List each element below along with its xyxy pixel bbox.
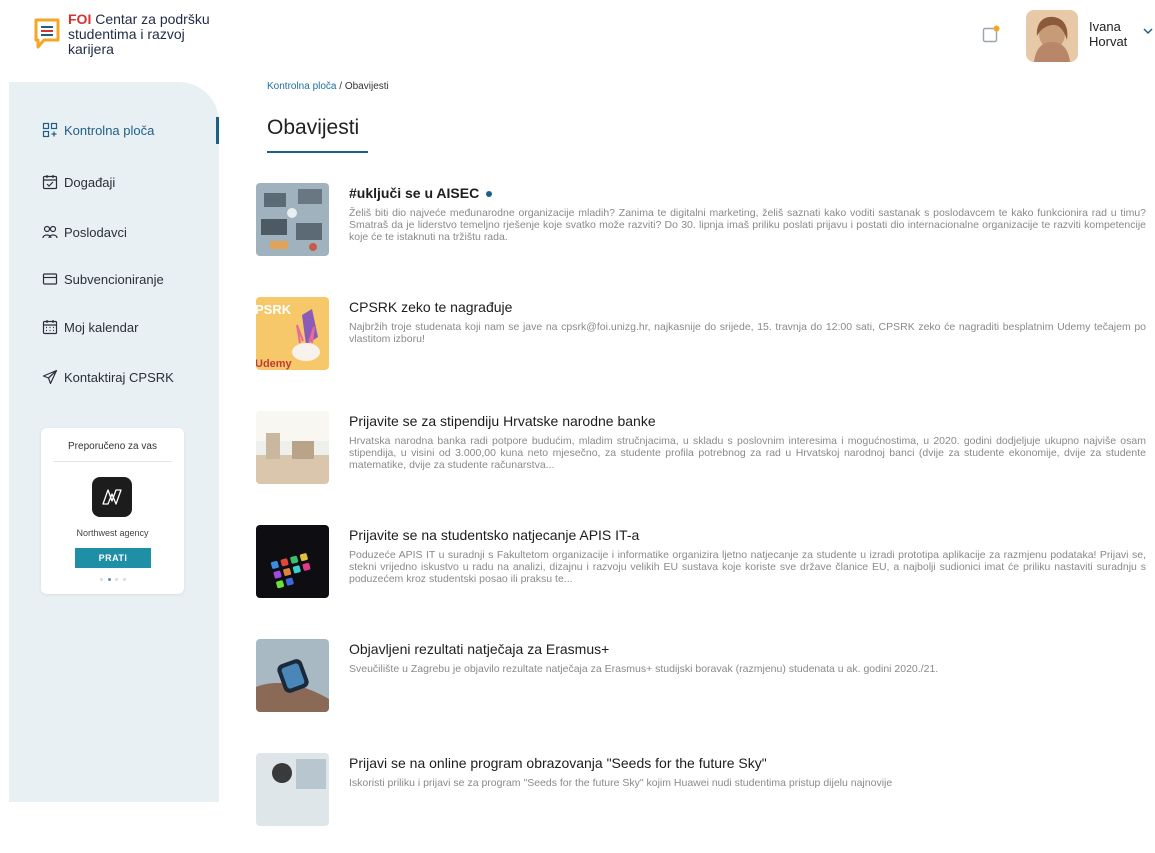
chat-logo-icon: [34, 18, 60, 50]
calendar-check-icon: [42, 174, 58, 190]
app-logo[interactable]: FOI Centar za podršku studentima i razvo…: [34, 10, 234, 57]
recommended-title: Preporučeno za vas: [68, 441, 157, 452]
news-title[interactable]: Objavljeni rezultati natječaja za Erasmu…: [349, 641, 609, 657]
sidebar-item-label: Subvencioniranje: [64, 271, 164, 287]
thumb-text: Udemy: [256, 358, 293, 370]
sidebar-item-label: Poslodavci: [64, 224, 127, 240]
recommended-card: Preporučeno za vas Northwest agency PRAT…: [41, 428, 184, 594]
sidebar-item-label: Moj kalendar: [64, 319, 139, 335]
send-icon: [42, 369, 58, 385]
sidebar-item-label: Kontrolna ploča: [64, 122, 155, 138]
news-excerpt: Najbržih troje studenata koji nam se jav…: [349, 321, 1146, 345]
chevron-down-icon[interactable]: [1141, 24, 1155, 38]
sidebar-item-label: Kontaktiraj CPSRK: [64, 369, 174, 385]
logo-line-2: studentima i razvoj karijera: [68, 25, 185, 57]
news-excerpt: Poduzeće APIS IT u suradnji s Fakultetom…: [349, 549, 1146, 585]
thumb-text: PSRK: [256, 302, 292, 317]
dashboard-icon: [42, 122, 58, 138]
news-excerpt: Iskoristi priliku i prijavi se za progra…: [349, 777, 893, 789]
news-item[interactable]: Prijavite se za stipendiju Hrvatske naro…: [256, 411, 1146, 511]
company-name[interactable]: Northwest agency: [41, 528, 184, 538]
news-excerpt: Želiš biti dio najveće međunarodne organ…: [349, 207, 1146, 243]
logo-brand: FOI: [68, 10, 92, 27]
news-title[interactable]: Prijavite se za stipendiju Hrvatske naro…: [349, 413, 656, 429]
news-item[interactable]: #uključi se u AISEC Želiš biti dio najve…: [256, 183, 1146, 283]
breadcrumb: Kontrolna ploča / Obavijesti: [267, 81, 389, 92]
title-underline: [267, 151, 368, 153]
news-item[interactable]: Prijavite se na studentsko natjecanje AP…: [256, 525, 1146, 625]
breadcrumb-link[interactable]: Kontrolna ploča: [267, 81, 337, 92]
card-icon: [42, 271, 58, 287]
news-item[interactable]: Objavljeni rezultati natječaja za Erasmu…: [256, 639, 1146, 739]
logo-line-1: Centar za podršku: [91, 10, 210, 27]
carousel-dot[interactable]: [122, 578, 126, 581]
news-item[interactable]: PSRK Udemy CPSRK zeko te nagrađuje Najbr…: [256, 297, 1146, 397]
page-title: Obavijesti: [267, 116, 360, 139]
news-thumbnail: [256, 639, 329, 712]
user-name[interactable]: Ivana Horvat: [1089, 19, 1127, 49]
sidebar: Kontrolna ploča Događaji Poslodavci Subv…: [9, 82, 219, 802]
company-logo[interactable]: [92, 477, 132, 517]
news-thumbnail: [256, 183, 329, 256]
carousel-dot[interactable]: [115, 578, 119, 581]
avatar[interactable]: [1026, 10, 1078, 62]
sidebar-item-label: Događaji: [64, 174, 116, 190]
news-title[interactable]: CPSRK zeko te nagrađuje: [349, 299, 512, 315]
breadcrumb-current: Obavijesti: [344, 81, 389, 92]
news-title[interactable]: Prijavite se na studentsko natjecanje AP…: [349, 527, 639, 543]
unread-indicator: [486, 191, 493, 198]
news-excerpt: Sveučilište u Zagrebu je objavilo rezult…: [349, 663, 939, 675]
news-title-text: #uključi se u AISEC: [349, 185, 480, 201]
logo-text: FOI Centar za podršku studentima i razvo…: [68, 10, 234, 57]
carousel-dot[interactable]: [100, 578, 103, 581]
news-title[interactable]: #uključi se u AISEC: [349, 185, 493, 201]
news-thumbnail: PSRK Udemy: [256, 297, 329, 370]
people-icon: [42, 224, 58, 240]
user-first-name: Ivana: [1089, 19, 1121, 34]
news-thumbnail: [256, 411, 329, 484]
sidebar-item-events[interactable]: Događaji: [42, 170, 115, 194]
breadcrumb-separator: /: [336, 81, 345, 92]
sidebar-item-contact[interactable]: Kontaktiraj CPSRK: [42, 365, 174, 389]
follow-button[interactable]: PRATI: [75, 548, 151, 568]
calendar-icon: [42, 319, 58, 335]
news-title[interactable]: Prijavi se na online program obrazovanja…: [349, 755, 767, 771]
sidebar-item-my-calendar[interactable]: Moj kalendar: [42, 315, 138, 339]
user-last-name: Horvat: [1089, 34, 1128, 49]
carousel-dot-active[interactable]: [107, 578, 111, 581]
news-thumbnail: [256, 525, 329, 598]
news-excerpt: Hrvatska narodna banka radi potpore budu…: [349, 435, 1146, 471]
divider: [53, 461, 172, 462]
sidebar-item-dashboard[interactable]: Kontrolna ploča: [42, 118, 154, 142]
news-thumbnail: [256, 753, 329, 826]
sidebar-item-employers[interactable]: Poslodavci: [42, 220, 127, 244]
notification-icon[interactable]: [982, 25, 1000, 43]
active-indicator: [216, 117, 219, 144]
carousel-dots: [100, 578, 126, 583]
sidebar-item-subsidies[interactable]: Subvencioniranje: [42, 267, 164, 291]
news-item[interactable]: Prijavi se na online program obrazovanja…: [256, 753, 1146, 853]
